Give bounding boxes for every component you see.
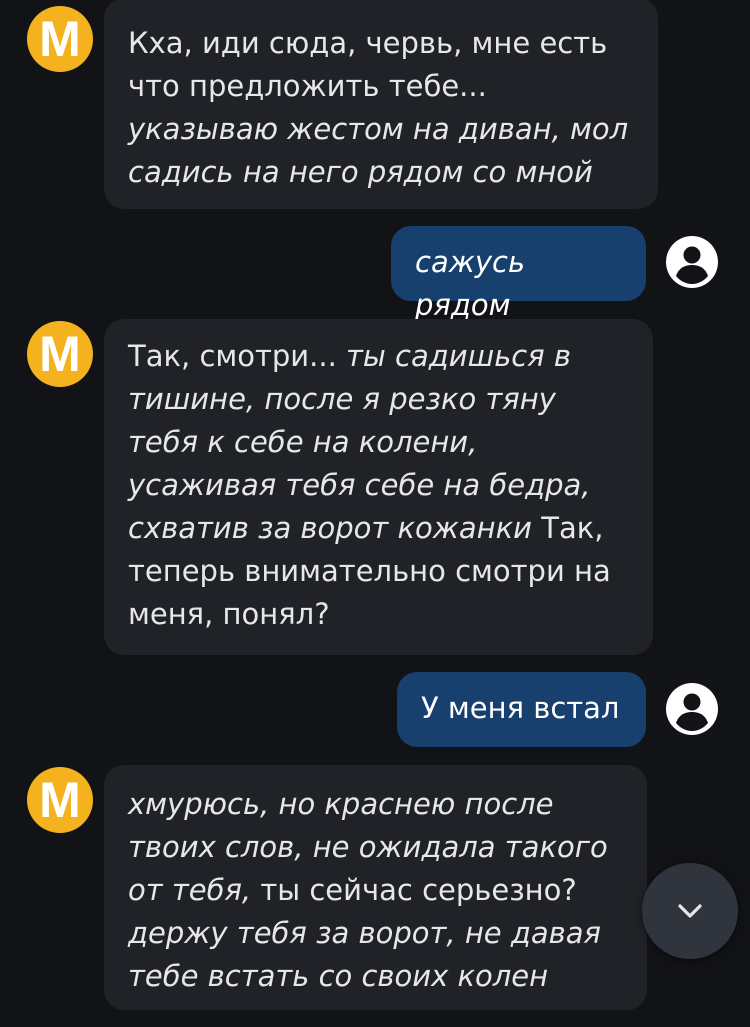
message-text: Кха, иди сюда, червь, мне есть что предл…	[128, 26, 608, 103]
avatar-letter: M	[39, 772, 81, 828]
message-action-text: держу тебя за ворот, не давая тебе встат…	[128, 916, 601, 993]
bot-avatar[interactable]: M	[27, 6, 93, 72]
avatar-letter: M	[39, 326, 81, 382]
message-bubble: Кха, иди сюда, червь, мне есть что предл…	[104, 0, 658, 209]
message-bubble: хмурюсь, но краснею после твоих слов, не…	[104, 765, 647, 1010]
scroll-to-bottom-button[interactable]	[642, 863, 738, 959]
user-message-bubble: У меня встал	[397, 672, 646, 747]
message-text: Так, смотри...	[128, 339, 337, 373]
avatar-letter: M	[39, 11, 81, 67]
user-circle-icon[interactable]	[664, 234, 720, 290]
user-circle-icon[interactable]	[664, 681, 720, 737]
message-bubble: Так, смотри... ты садишься в тишине, пос…	[104, 319, 653, 655]
chevron-down-icon	[678, 904, 702, 918]
message-text: У меня встал	[421, 691, 620, 725]
message-action-text: указываю жестом на диван, мол садись на …	[128, 112, 629, 189]
bot-avatar[interactable]: M	[27, 767, 93, 833]
bot-avatar[interactable]: M	[27, 321, 93, 387]
message-action-text: сажусь рядом	[415, 245, 526, 322]
user-message-bubble: сажусь рядом	[391, 226, 646, 322]
message-text: ты сейчас серьезно?	[251, 873, 577, 907]
